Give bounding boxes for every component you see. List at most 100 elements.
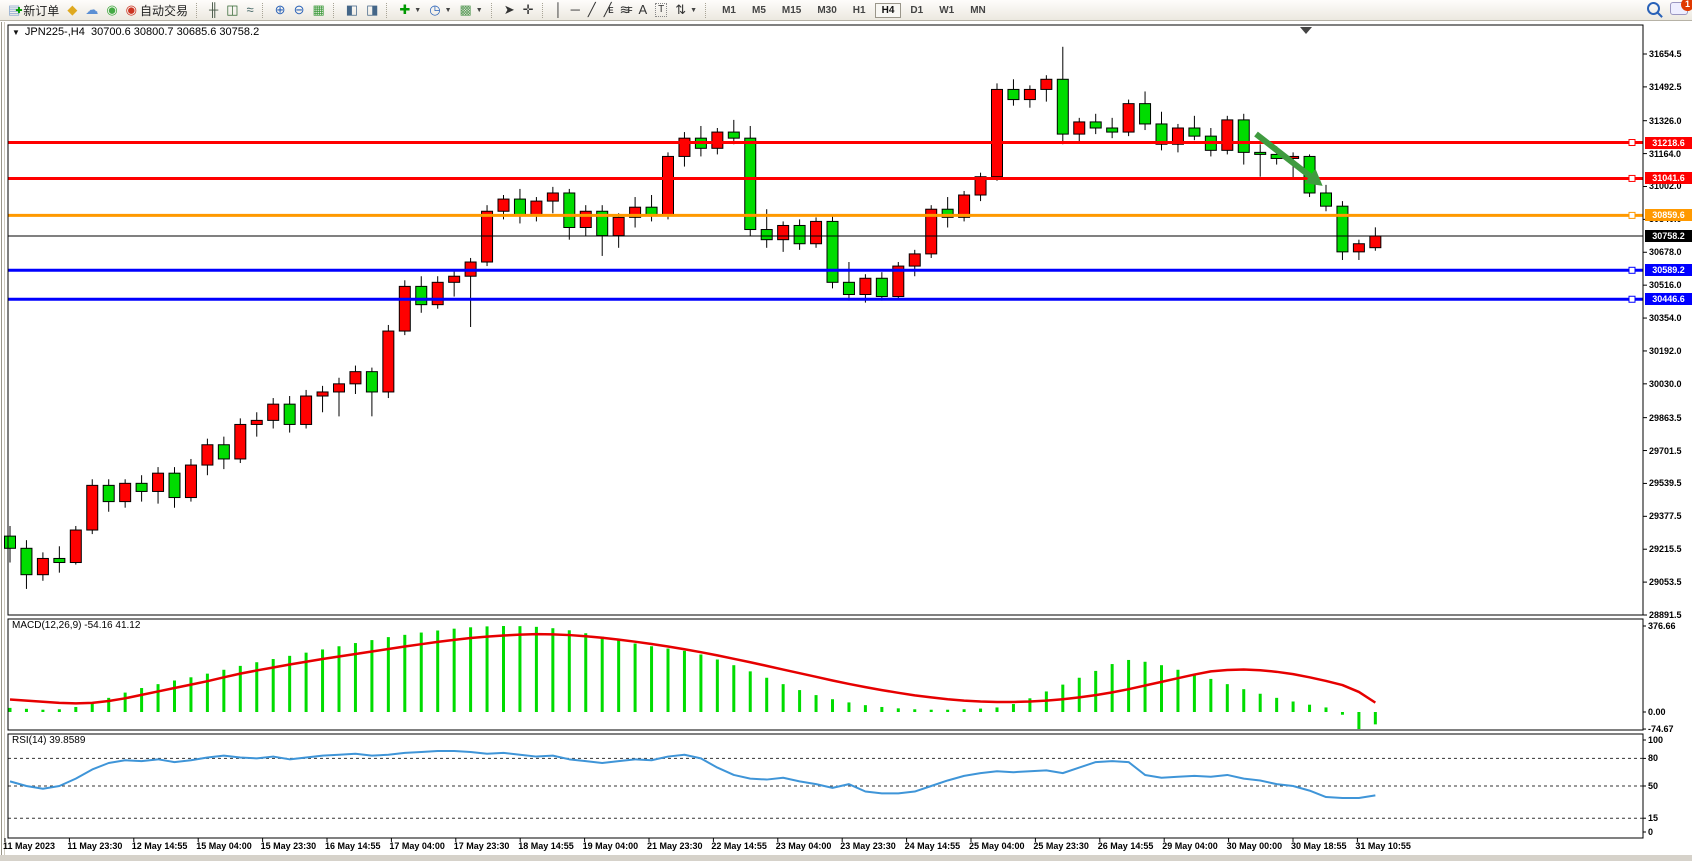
timeframe-m30[interactable]: M30 [810, 3, 843, 18]
arrows-button[interactable]: ⇅▼ [671, 1, 701, 19]
macd-bar [305, 653, 308, 712]
price-tick-label: 31326.0 [1649, 116, 1682, 126]
chat-icon[interactable]: 1 [1670, 2, 1688, 15]
trend-arrow[interactable] [1256, 134, 1310, 176]
market-icon: ◆ [67, 1, 77, 19]
rsi-tick-label: 80 [1648, 753, 1658, 763]
community-button[interactable]: ☁ [81, 1, 102, 19]
indicators-button[interactable]: ✚▼ [395, 1, 425, 19]
trading-terminal: ▤✚新订单◆☁◉◉自动交易 ╫◫≈ ⊕⊖▦ ◧◨ ✚▼◷▼▩▼ ➤✛ │─╱╱E≋FAT⇅▼… [0, 0, 1692, 861]
search-icon[interactable] [1647, 2, 1660, 15]
resistance-line-1-handle[interactable] [1629, 140, 1635, 146]
candle-down [1090, 122, 1101, 128]
candle-down [284, 404, 295, 424]
candle-up [531, 201, 542, 215]
auto-scroll-button[interactable]: ◧ [342, 1, 362, 19]
chart-shift-button[interactable]: ◨ [362, 1, 382, 19]
toolbar-separator [705, 3, 710, 18]
macd-bar [847, 702, 850, 712]
resistance-line-2-handle[interactable] [1629, 175, 1635, 181]
candle-down [646, 207, 657, 215]
templates-button[interactable]: ▩▼ [456, 1, 487, 19]
cursor-button[interactable]: ➤ [500, 1, 519, 19]
macd-bar [1341, 712, 1344, 715]
macd-bar [321, 649, 324, 712]
macd-bar [1374, 712, 1377, 724]
macd-bar [699, 654, 702, 712]
macd-bar [140, 688, 143, 712]
candle-down [514, 199, 525, 215]
new-order-button[interactable]: ▤✚新订单 [4, 1, 63, 19]
support-line-2-price-label: 30446.6 [1645, 293, 1692, 305]
date-tick-label: 23 May 23:30 [840, 841, 896, 851]
rsi-tick-label: 50 [1648, 781, 1658, 791]
zoom-out-button[interactable]: ⊖ [290, 1, 309, 19]
horizontal-line-button[interactable]: ─ [567, 1, 584, 19]
macd-bar [338, 646, 341, 712]
periods-button[interactable]: ◷▼ [425, 1, 455, 19]
trendline-button[interactable]: ╱ [584, 1, 600, 19]
dropdown-arrow-icon[interactable]: ▼ [476, 7, 483, 14]
timeframe-d1[interactable]: D1 [903, 3, 930, 18]
equidistant-channel-button[interactable]: ╱E [600, 1, 616, 19]
rsi-indicator-label: RSI(14) 39.8589 [12, 735, 85, 746]
trend-arrow-head[interactable] [1304, 169, 1322, 186]
macd-bar [502, 626, 505, 712]
candle-up [630, 207, 641, 217]
support-line-1-handle[interactable] [1629, 267, 1635, 273]
timeframe-m1[interactable]: M1 [715, 3, 743, 18]
timeframe-h4[interactable]: H4 [875, 3, 902, 18]
candle-up [975, 177, 986, 195]
chart-canvas[interactable] [0, 0, 1692, 861]
candle-up [37, 558, 48, 574]
candle-down [103, 485, 114, 501]
market-button[interactable]: ◆ [63, 1, 81, 19]
timeframe-w1[interactable]: W1 [932, 3, 961, 18]
trendline-icon: ╱ [588, 1, 596, 19]
bar-chart-button[interactable]: ╫ [205, 1, 222, 19]
candle-up [465, 262, 476, 276]
timeframe-mn[interactable]: MN [963, 3, 993, 18]
symbol-dropdown-icon[interactable]: ▼ [12, 28, 20, 37]
vertical-line-button[interactable]: │ [551, 1, 567, 19]
pivot-line-handle[interactable] [1629, 212, 1635, 218]
candle-up [432, 282, 443, 304]
macd-bar [157, 684, 160, 712]
date-tick-label: 22 May 14:55 [711, 841, 767, 851]
candle-up [87, 485, 98, 530]
timeframe-h1[interactable]: H1 [846, 3, 873, 18]
macd-bar [469, 627, 472, 712]
tile-windows-button[interactable]: ▦ [308, 1, 328, 19]
line-chart-button[interactable]: ≈ [243, 1, 258, 19]
candle-up [334, 384, 345, 392]
candlestick-chart-button[interactable]: ◫ [222, 1, 242, 19]
zoom-in-button[interactable]: ⊕ [271, 1, 290, 19]
text-button[interactable]: A [634, 1, 651, 19]
candle-up [1041, 79, 1052, 89]
macd-bar [996, 707, 999, 712]
candle-down [695, 138, 706, 148]
macd-bar [1028, 698, 1031, 712]
candle-up [317, 392, 328, 396]
notification-badge: 1 [1681, 0, 1692, 11]
timeframe-m15[interactable]: M15 [775, 3, 808, 18]
timeframe-m5[interactable]: M5 [745, 3, 773, 18]
fibonacci-button[interactable]: ≋F [616, 1, 635, 19]
candle-down [1057, 79, 1068, 134]
candle-up [449, 276, 460, 282]
macd-bar [1275, 698, 1278, 712]
signals-button[interactable]: ◉ [102, 1, 121, 19]
macd-bar [1176, 670, 1179, 712]
chart-symbol-header[interactable]: ▼JPN225-,H4 30700.6 30800.7 30685.6 3075… [12, 26, 259, 38]
support-line-2-handle[interactable] [1629, 296, 1635, 302]
macd-bar [1259, 694, 1262, 712]
chart-shift-marker[interactable] [1300, 27, 1312, 34]
auto-trading-button[interactable]: ◉自动交易 [122, 1, 192, 19]
crosshair-button[interactable]: ✛ [519, 1, 538, 19]
dropdown-arrow-icon[interactable]: ▼ [414, 7, 421, 14]
toolbar-separator [262, 3, 267, 18]
macd-bar [1078, 678, 1081, 712]
dropdown-arrow-icon[interactable]: ▼ [445, 7, 452, 14]
dropdown-arrow-icon[interactable]: ▼ [690, 7, 697, 14]
text-label-button[interactable]: T [651, 1, 671, 19]
